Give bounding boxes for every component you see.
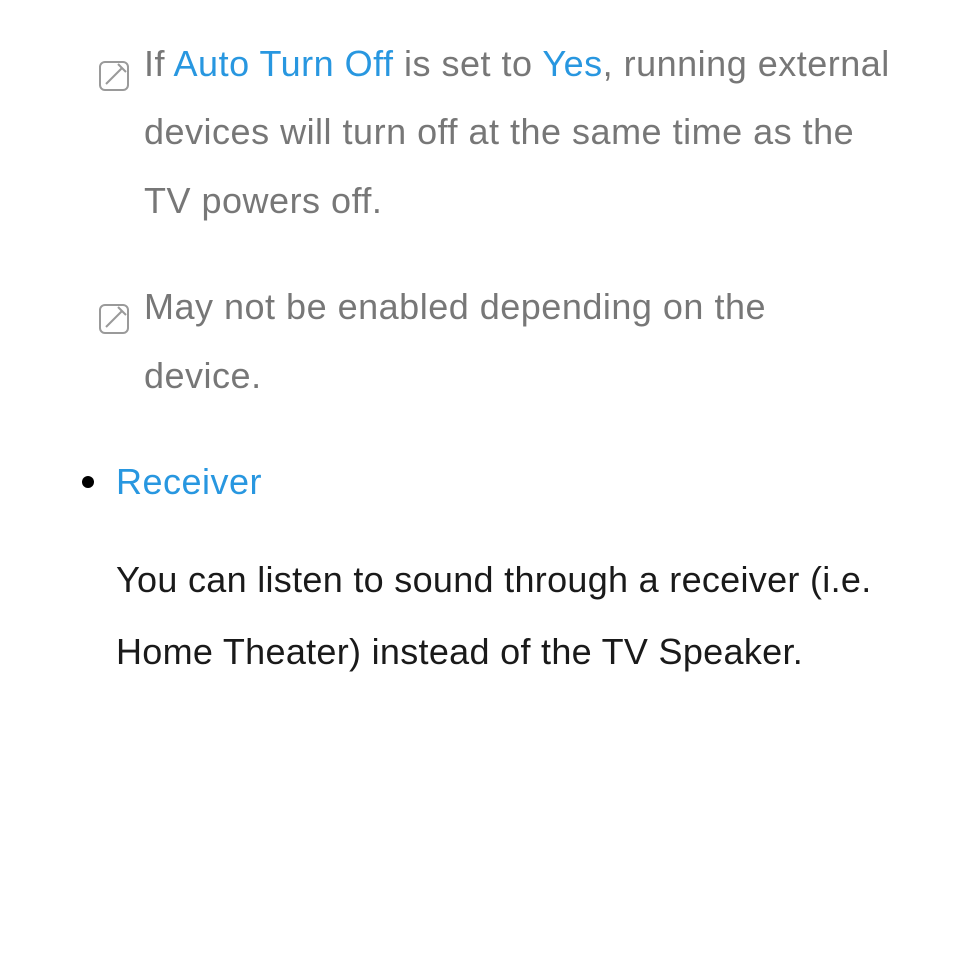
note-text-2: May not be enabled depending on the devi…: [144, 273, 894, 410]
section-heading: Receiver: [40, 448, 894, 516]
note-icon: [98, 46, 130, 78]
note1-highlight-1: Auto Turn Off: [174, 43, 394, 84]
note-block-2: May not be enabled depending on the devi…: [40, 273, 894, 410]
section-body: You can listen to sound through a receiv…: [40, 544, 894, 688]
note-text-1: If Auto Turn Off is set to Yes, running …: [144, 30, 894, 235]
section-title: Receiver: [116, 448, 262, 516]
note1-pre: If: [144, 43, 174, 84]
note1-highlight-2: Yes: [542, 43, 602, 84]
note-block-1: If Auto Turn Off is set to Yes, running …: [40, 30, 894, 235]
note-icon: [98, 289, 130, 321]
bullet-icon: [82, 476, 94, 488]
note1-mid: is set to: [393, 43, 542, 84]
